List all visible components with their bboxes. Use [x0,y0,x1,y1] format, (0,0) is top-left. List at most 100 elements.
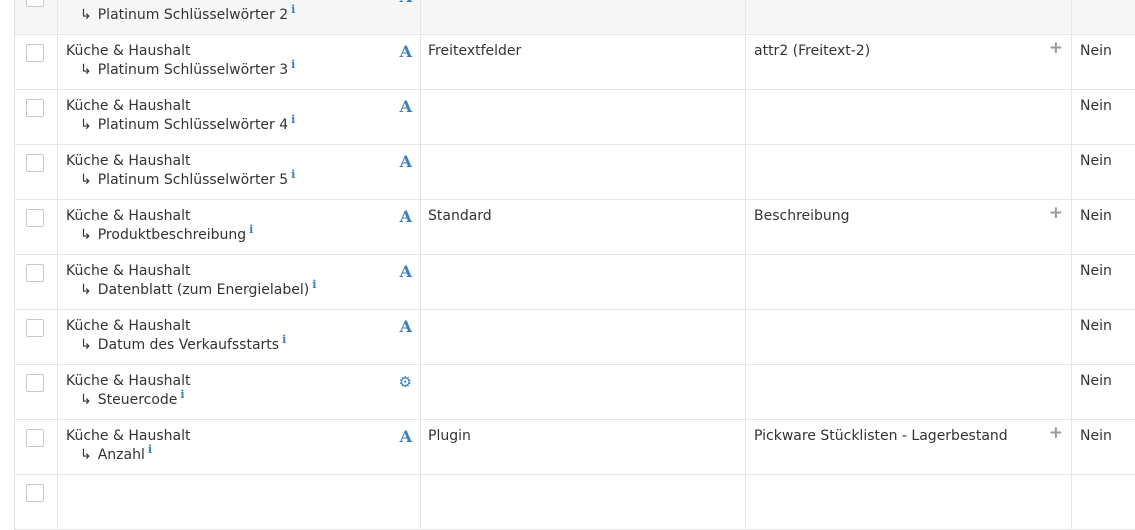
select-cell [15,310,57,364]
required-value: Nein [1080,263,1112,279]
table-row: Küche & Haushalt ↳ Datenblatt (zum Energie… [15,255,1135,310]
category-name: Küche & Haushalt [66,153,191,169]
row-checkbox[interactable] [26,429,44,447]
info-icon[interactable]: i [291,113,295,126]
attribute-line: ↳ Platinum Schlüsselwörter 5i [80,168,295,188]
table-row: Küche & Haushalt ↳ Platinum Schlüsselwörte… [15,145,1135,200]
required-cell: Nein [1072,200,1135,254]
source-value: Plugin [428,428,471,444]
category-name: Küche & Haushalt [66,263,191,279]
select-cell [15,0,57,34]
required-value: Nein [1080,43,1112,59]
sub-arrow-icon: ↳ [80,447,92,463]
source-cell[interactable] [420,145,746,199]
required-cell: Nein [1072,90,1135,144]
source-cell[interactable]: Freitextfelder [420,35,746,89]
sub-arrow-icon: ↳ [80,172,92,188]
category-cell: Küche & Haushalt ↳ Platinum Schlüsselwörte… [57,145,421,199]
field-cell[interactable] [746,0,1072,34]
category-name: Küche & Haushalt [66,318,191,334]
row-checkbox[interactable] [26,484,44,502]
info-icon[interactable]: i [312,278,316,291]
sub-arrow-icon: ↳ [80,337,92,353]
info-icon[interactable]: i [291,168,295,181]
table-row [15,475,1135,530]
row-checkbox[interactable] [26,44,44,62]
select-cell [15,35,57,89]
required-value: Nein [1080,0,1112,4]
required-value: Nein [1080,373,1112,389]
add-icon[interactable]: + [1049,203,1063,223]
source-value: Freitextfelder [428,43,522,59]
empty-cell [746,475,1072,529]
sub-arrow-icon: ↳ [80,227,92,243]
field-cell[interactable] [746,365,1072,419]
attribute-name: Anzahl [97,447,145,463]
table-row: Küche & Haushalt ↳ Platinum Schlüsselwörte… [15,35,1135,90]
source-cell[interactable] [420,365,746,419]
text-type-icon: A [399,427,412,446]
field-cell[interactable] [746,310,1072,364]
attribute-line: ↳ Platinum Schlüsselwörter 4i [80,113,295,133]
select-cell [15,365,57,419]
attribute-line: ↳ Datenblatt (zum Energielabel) i [80,278,316,298]
attribute-line: ↳ Datum des Verkaufsstarts i [80,333,286,353]
add-icon[interactable]: + [1049,423,1063,443]
row-checkbox[interactable] [26,99,44,117]
attribute-name: Datum des Verkaufsstarts [97,337,280,353]
source-cell[interactable] [420,255,746,309]
field-cell[interactable] [746,255,1072,309]
field-value: attr2 (Freitext-2) [754,43,871,59]
empty-cell [15,475,57,529]
info-icon[interactable]: i [282,333,286,346]
sub-arrow-icon: ↳ [80,117,92,133]
field-value: Beschreibung [754,208,850,224]
attribute-name: Platinum Schlüsselwörter 2 [97,7,289,23]
field-cell[interactable] [746,90,1072,144]
row-checkbox[interactable] [26,319,44,337]
info-icon[interactable]: i [180,388,184,401]
field-cell[interactable]: attr2 (Freitext-2) + [746,35,1072,89]
empty-cell [57,475,421,529]
category-name: Küche & Haushalt [66,208,191,224]
source-cell[interactable]: Plugin [420,420,746,474]
add-icon[interactable]: + [1049,38,1063,58]
info-icon[interactable]: i [291,58,295,71]
required-value: Nein [1080,98,1112,114]
table-row: Küche & Haushalt ↳ Platinum Schlüsselwörte… [15,90,1135,145]
category-cell: Küche & Haushalt ↳ Platinum Schlüsselwörte… [57,0,421,34]
source-cell[interactable] [420,0,746,34]
category-name: Küche & Haushalt [66,0,190,4]
row-checkbox[interactable] [26,264,44,282]
cubes-type-icon: ⚙ [398,373,412,391]
info-icon[interactable]: i [148,443,152,456]
info-icon[interactable]: i [249,223,253,236]
required-cell: Nein [1072,145,1135,199]
source-cell[interactable] [420,90,746,144]
attribute-line: ↳ Steuercode i [80,388,185,408]
source-cell[interactable] [420,310,746,364]
row-checkbox[interactable] [26,0,44,7]
source-cell[interactable]: Standard [420,200,746,254]
table-row: Küche & Haushalt ↳ Produktbeschreibung i A St… [15,200,1135,255]
table-row: Küche & Haushalt ↳ Datum des Verkaufsstart… [15,310,1135,365]
row-checkbox[interactable] [26,154,44,172]
attribute-name: Datenblatt (zum Energielabel) [97,282,310,298]
attribute-line: ↳ Produktbeschreibung i [80,223,253,243]
table-row: Küche & Haushalt ↳ Anzahl i A Plugin Pickware … [15,420,1135,475]
category-name: Küche & Haushalt [66,43,191,59]
required-cell: Nein [1072,310,1135,364]
field-cell[interactable]: Beschreibung + [746,200,1072,254]
category-cell: Küche & Haushalt ↳ Datenblatt (zum Energie… [57,255,421,309]
attribute-name: Platinum Schlüsselwörter 3 [97,62,289,78]
sub-arrow-icon: ↳ [80,7,92,23]
field-cell[interactable]: Pickware Stücklisten - Lagerbestand + [746,420,1072,474]
required-cell: Nein [1072,365,1135,419]
text-type-icon: A [399,97,412,116]
info-icon[interactable]: i [291,3,295,16]
row-checkbox[interactable] [26,374,44,392]
category-cell: Küche & Haushalt ↳ Steuercode i ⚙ [57,365,421,419]
row-checkbox[interactable] [26,209,44,227]
field-cell[interactable] [746,145,1072,199]
category-name: Küche & Haushalt [66,428,191,444]
